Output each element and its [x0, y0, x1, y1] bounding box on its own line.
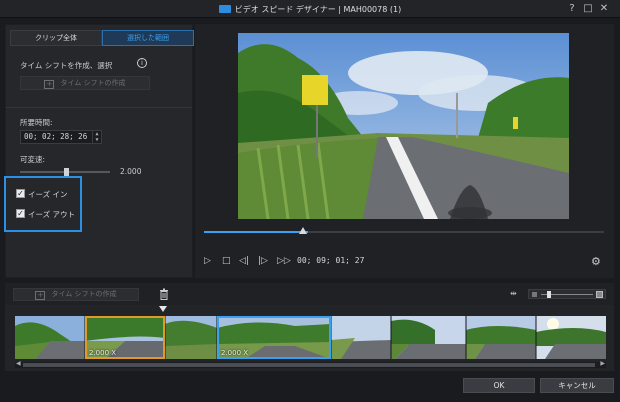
timeline-thumbnail-strip[interactable]: 2.000 X 2.000 X — [15, 316, 606, 359]
title-bar: ビデオ スピード デザイナー | MAH00078 (1) ? □ ✕ — [0, 0, 620, 18]
selection-2-speed: 2.000 X — [221, 349, 249, 357]
timeline-create-timeshift-label: タイム シフトの作成 — [51, 290, 117, 298]
seek-bar[interactable] — [204, 231, 604, 233]
window-title: ビデオ スピード デザイナー | MAH00078 (1) — [0, 4, 620, 15]
app-icon — [218, 5, 231, 13]
stop-icon[interactable]: □ — [222, 256, 231, 266]
timeline-panel: + タイム シフトの作成 ⇹ 2.000 X 2.000 X ◀ ▶ — [5, 283, 614, 371]
plus-icon: + — [44, 80, 55, 89]
video-frame-image — [238, 33, 569, 219]
selection-1-speed: 2.000 X — [89, 349, 117, 357]
tab-selected-range[interactable]: 選択した範囲 — [102, 30, 194, 46]
ease-in-label[interactable]: イーズ イン — [28, 189, 68, 200]
scroll-left-icon[interactable]: ◀ — [16, 360, 21, 367]
gear-icon[interactable]: ⚙ — [591, 255, 601, 268]
create-timeshift-label: タイム シフトの作成 — [60, 79, 126, 87]
timeline-create-timeshift-button[interactable]: + タイム シフトの作成 — [13, 288, 139, 301]
current-timecode: 00; 09; 01; 27 — [297, 256, 365, 265]
ok-button[interactable]: OK — [463, 378, 535, 393]
duration-value: 00; 02; 28; 26 — [24, 132, 88, 141]
play-icon[interactable]: ▷ — [204, 256, 211, 266]
fit-timeline-icon[interactable]: ⇹ — [510, 289, 517, 298]
preview-panel: ▷ □ ◁| |▷ ▷▷ 00; 09; 01; 27 ⚙ — [195, 24, 614, 278]
cancel-button[interactable]: キャンセル — [540, 378, 614, 393]
video-preview — [238, 33, 569, 219]
divider — [6, 107, 192, 108]
scroll-right-icon[interactable]: ▶ — [600, 360, 605, 367]
scrollbar-thumb[interactable] — [23, 363, 595, 367]
window-title-text: ビデオ スピード デザイナー | MAH00078 (1) — [234, 5, 402, 14]
timeshift-heading: タイム シフトを作成、選択 — [20, 61, 113, 70]
duration-label: 所要時間: — [20, 118, 53, 127]
duration-input[interactable]: 00; 02; 28; 26 ▲ ▼ — [20, 130, 102, 144]
ease-out-label[interactable]: イーズ アウト — [28, 209, 75, 220]
speed-value: 2.000 — [120, 167, 142, 176]
timeline-toolbar: + タイム シフトの作成 ⇹ — [5, 283, 614, 305]
duration-spinner[interactable]: ▲ ▼ — [92, 131, 101, 143]
zoom-out-icon[interactable] — [532, 292, 537, 297]
timeline-scrollbar[interactable]: ◀ ▶ — [15, 360, 606, 368]
info-icon[interactable]: i — [137, 58, 147, 68]
fast-forward-icon[interactable]: ▷▷ — [277, 256, 291, 266]
scope-tabs: クリップ全体 選択した範囲 — [10, 30, 194, 46]
timeshift-settings-panel: クリップ全体 選択した範囲 タイム シフトを作成、選択 i + タイム シフトの作… — [4, 24, 194, 278]
zoom-in-icon[interactable] — [596, 291, 603, 298]
next-frame-icon[interactable]: |▷ — [258, 256, 268, 266]
speed-slider-knob[interactable] — [64, 168, 69, 176]
help-button[interactable]: ? — [566, 3, 578, 15]
zoom-knob[interactable] — [547, 291, 551, 298]
timeline-playhead[interactable] — [159, 306, 167, 312]
tab-whole-clip[interactable]: クリップ全体 — [10, 30, 102, 46]
variable-speed-label: 可変速: — [20, 155, 46, 164]
seek-progress — [204, 231, 308, 233]
ease-out-checkbox[interactable]: ✓ — [16, 209, 25, 218]
close-button[interactable]: ✕ — [598, 3, 610, 15]
maximize-button[interactable]: □ — [582, 3, 594, 15]
create-timeshift-button[interactable]: + タイム シフトの作成 — [20, 76, 150, 90]
plus-icon: + — [35, 291, 46, 300]
previous-frame-icon[interactable]: ◁| — [239, 256, 249, 266]
ease-options-highlight: ✓ イーズ イン ✓ イーズ アウト — [4, 176, 82, 232]
timeline-zoom-slider[interactable] — [528, 289, 606, 299]
trash-icon[interactable] — [159, 288, 169, 300]
seek-handle[interactable] — [299, 227, 307, 234]
ease-in-checkbox[interactable]: ✓ — [16, 189, 25, 198]
